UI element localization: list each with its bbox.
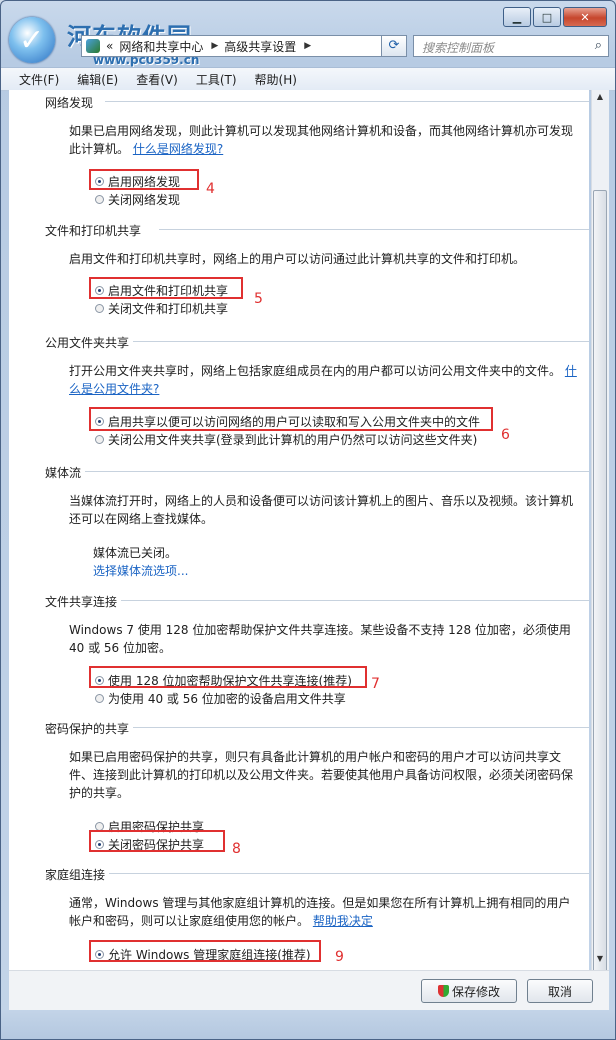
section-title: 家庭组连接 (45, 868, 106, 882)
radio-button[interactable] (95, 694, 104, 703)
menu-tools[interactable]: 工具(T) (196, 71, 237, 88)
divider (85, 471, 589, 472)
minimize-button[interactable]: ▁ (503, 7, 531, 27)
section-title: 密码保护的共享 (45, 722, 130, 736)
highlight-box (89, 277, 243, 299)
section-title: 公用文件夹共享 (45, 336, 130, 350)
divider (121, 600, 589, 601)
highlight-box (89, 169, 199, 190)
media-streaming-status: 媒体流已关闭。 (93, 546, 178, 560)
annotation-number: 7 (371, 676, 380, 692)
maximize-button[interactable]: □ (533, 7, 561, 27)
highlight-box (89, 830, 225, 852)
radio-button[interactable] (95, 304, 104, 313)
window-bottom-frame (1, 1010, 615, 1039)
radio-disable-public-folder-sharing[interactable]: 关闭公用文件夹共享(登录到此计算机的用户仍然可以访问这些文件夹) (95, 431, 477, 448)
section-desc: Windows 7 使用 128 位加密帮助保护文件共享连接。某些设备不支持 1… (69, 623, 571, 655)
annotation-number: 6 (501, 427, 510, 443)
radio-button[interactable] (95, 435, 104, 444)
annotation-number: 4 (206, 181, 215, 197)
scroll-down-icon[interactable]: ▼ (594, 954, 606, 968)
menu-view[interactable]: 查看(V) (136, 71, 178, 88)
menu-edit[interactable]: 编辑(E) (77, 71, 118, 88)
chevron-right-icon[interactable]: ▶ (211, 41, 218, 51)
breadcrumb-overflow[interactable]: « (106, 39, 113, 53)
search-icon[interactable]: ⌕ (595, 38, 602, 53)
radio-disable-file-printer-sharing[interactable]: 关闭文件和打印机共享 (95, 300, 228, 317)
breadcrumb-advanced-sharing[interactable]: 高级共享设置 (224, 38, 296, 55)
button-bar: 保存修改 取消 (9, 970, 609, 1011)
address-bar[interactable]: « 网络和共享中心 ▶ 高级共享设置 ▶ ▼ (81, 35, 407, 57)
annotation-number: 8 (232, 841, 241, 857)
scroll-thumb[interactable] (593, 190, 607, 980)
cancel-button[interactable]: 取消 (527, 979, 593, 1003)
logo-icon (9, 17, 55, 63)
section-title: 文件共享连接 (45, 595, 118, 609)
annotation-number: 5 (254, 291, 263, 307)
vertical-scrollbar[interactable]: ▲ ▼ (591, 90, 609, 980)
what-is-network-discovery-link[interactable]: 什么是网络发现? (133, 142, 223, 156)
choose-media-streaming-link[interactable]: 选择媒体流选项... (93, 562, 188, 579)
divider (133, 341, 589, 342)
highlight-box (89, 940, 321, 962)
uac-shield-icon (437, 985, 449, 997)
divider (133, 727, 589, 728)
help-me-decide-link[interactable]: 帮助我决定 (313, 914, 373, 928)
search-placeholder: 搜索控制面板 (422, 41, 495, 55)
control-panel-window: ✓ 河东软件园 www.pc0359.cn ▁ □ ✕ « 网络和共享中心 ▶ … (0, 0, 616, 1040)
menu-bar: 文件(F) 编辑(E) 查看(V) 工具(T) 帮助(H) (1, 67, 615, 91)
radio-disable-network-discovery[interactable]: 关闭网络发现 (95, 191, 180, 208)
section-title: 媒体流 (45, 466, 82, 480)
breadcrumb-network-center[interactable]: 网络和共享中心 (119, 38, 203, 55)
section-desc: 当媒体流打开时，网络上的人员和设备便可以访问该计算机上的图片、音乐以及视频。该计… (69, 494, 574, 526)
highlight-box (89, 666, 367, 688)
caption-buttons: ▁ □ ✕ (503, 7, 607, 27)
section-desc: 通常，Windows 管理与其他家庭组计算机的连接。但是如果您在所有计算机上拥有… (69, 896, 571, 928)
section-desc: 如果已启用密码保护的共享，则只有具备此计算机的用户帐户和密码的用户才可以访问共享… (69, 750, 574, 800)
section-desc: 打开公用文件夹共享时，网络上包括家庭组成员在内的用户都可以访问公用文件夹中的文件… (69, 364, 577, 396)
network-icon (86, 39, 100, 53)
chevron-right-icon[interactable]: ▶ (304, 41, 311, 51)
close-button[interactable]: ✕ (563, 7, 607, 27)
section-desc: 启用文件和打印机共享时，网络上的用户可以访问通过此计算机共享的文件和打印机。 (69, 252, 526, 266)
annotation-number: 9 (335, 949, 344, 965)
save-changes-button[interactable]: 保存修改 (421, 979, 517, 1003)
settings-content: 网络发现 如果已启用网络发现，则此计算机可以发现其他网络计算机和设备，而其他网络… (9, 90, 589, 970)
logo-check-icon: ✓ (19, 23, 45, 58)
refresh-button[interactable]: ⟳ (381, 35, 407, 57)
scroll-up-icon[interactable]: ▲ (594, 92, 606, 106)
divider (159, 229, 589, 230)
section-desc: 如果已启用网络发现，则此计算机可以发现其他网络计算机和设备，而其他网络计算机亦可… (69, 124, 574, 156)
menu-file[interactable]: 文件(F) (19, 71, 59, 88)
section-title: 文件和打印机共享 (45, 224, 142, 238)
divider (109, 873, 589, 874)
menu-help[interactable]: 帮助(H) (255, 71, 297, 88)
search-input[interactable]: 搜索控制面板 ⌕ (413, 35, 609, 57)
radio-button[interactable] (95, 195, 104, 204)
highlight-box (89, 407, 493, 431)
section-title: 网络发现 (45, 96, 94, 110)
divider (105, 101, 589, 102)
radio-40-56bit-encryption[interactable]: 为使用 40 或 56 位加密的设备启用文件共享 (95, 690, 346, 707)
